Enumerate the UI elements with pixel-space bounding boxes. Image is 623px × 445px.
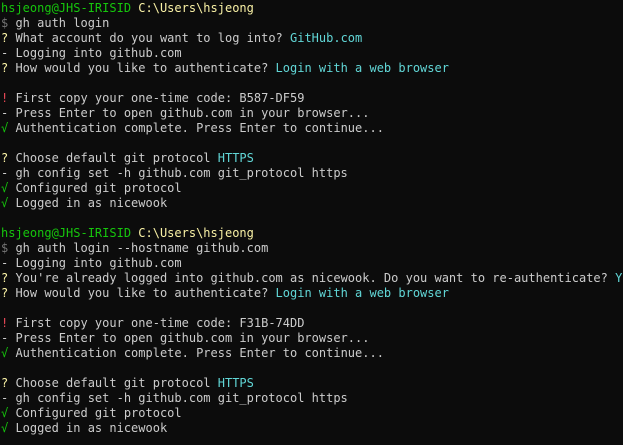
terminal-line: - Press Enter to open github.com in your… [1,331,623,346]
prompt-answer: Yes [615,271,623,285]
line-text: Authentication complete. Press Enter to … [8,346,384,360]
line-text: - Press Enter to open github.com in your… [1,331,370,345]
terminal-line: ! First copy your one-time code: B587-DF… [1,91,623,106]
line-text: First copy your one-time code: F31B-74DD [8,316,305,330]
line-text: Choose default git protocol [8,376,218,390]
line-text: You're already logged into github.com as… [8,271,616,285]
prompt-user-host: hsjeong@JHS-IRISID [1,226,132,240]
line-text: - Logging into github.com [1,46,182,60]
terminal-line: - gh config set -h github.com git_protoc… [1,391,623,406]
terminal-line: ? How would you like to authenticate? Lo… [1,61,623,76]
terminal-line: √ Configured git protocol [1,181,623,196]
terminal-line: ? Choose default git protocol HTTPS [1,151,623,166]
terminal-line: ? What account do you want to log into? … [1,31,623,46]
terminal-line: hsjeong@JHS-IRISID C:\Users\hsjeong [1,1,623,16]
terminal-output[interactable]: hsjeong@JHS-IRISID C:\Users\hsjeong $ gh … [0,0,623,445]
line-text: Configured git protocol [8,181,182,195]
prompt-user-host: hsjeong@JHS-IRISID [1,1,132,15]
line-text: Authentication complete. Press Enter to … [8,121,384,135]
terminal-line: - Logging into github.com [1,256,623,271]
terminal-line: √ Authentication complete. Press Enter t… [1,121,623,136]
terminal-line: - gh config set -h github.com git_protoc… [1,166,623,181]
line-text: - gh config set -h github.com git_protoc… [1,391,348,405]
prompt-path: C:\Users\hsjeong [138,226,254,240]
prompt-answer: GitHub.com [290,31,363,45]
line-text: - Logging into github.com [1,256,182,270]
line-text: Logged in as nicewook [8,421,168,435]
terminal-line: √ Configured git protocol [1,406,623,421]
prompt-answer: Login with a web browser [275,286,449,300]
terminal-line: hsjeong@JHS-IRISID C:\Users\hsjeong [1,226,623,241]
terminal-line: √ Logged in as nicewook [1,196,623,211]
terminal-line: ? How would you like to authenticate? Lo… [1,286,623,301]
line-text: Logged in as nicewook [8,196,168,210]
line-text: - Press Enter to open github.com in your… [1,106,370,120]
terminal-line: ! First copy your one-time code: F31B-74… [1,316,623,331]
terminal-line: - Logging into github.com [1,46,623,61]
line-text: How would you like to authenticate? [8,286,276,300]
line-text: First copy your one-time code: B587-DF59 [8,91,305,105]
line-text: What account do you want to log into? [8,31,290,45]
prompt-answer: Login with a web browser [275,61,449,75]
line-text: Choose default git protocol [8,151,218,165]
line-text: - gh config set -h github.com git_protoc… [1,166,348,180]
terminal-line: $ gh auth login [1,16,623,31]
prompt-answer: HTTPS [217,376,254,390]
terminal-line: ? You're already logged into github.com … [1,271,623,286]
line-text: How would you like to authenticate? [8,61,276,75]
terminal-line: √ Authentication complete. Press Enter t… [1,346,623,361]
line-text: gh auth login --hostname github.com [8,241,269,255]
terminal-line: √ Logged in as nicewook [1,421,623,436]
terminal-line: - Press Enter to open github.com in your… [1,106,623,121]
prompt-path: C:\Users\hsjeong [138,1,254,15]
terminal-line: $ gh auth login --hostname github.com [1,241,623,256]
line-text: gh auth login [8,16,110,30]
line-text: Configured git protocol [8,406,182,420]
prompt-answer: HTTPS [217,151,254,165]
terminal-line: ? Choose default git protocol HTTPS [1,376,623,391]
